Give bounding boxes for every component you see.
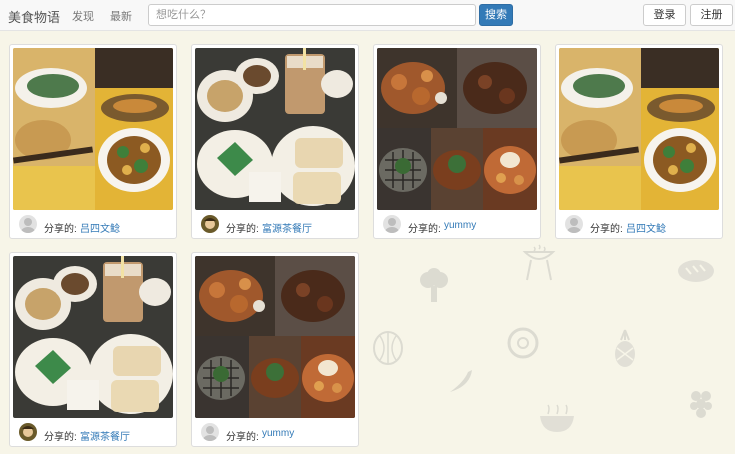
card-footer: 分享的: yummy: [192, 421, 358, 446]
avatar[interactable]: [201, 423, 219, 441]
search-button[interactable]: 搜索: [479, 4, 513, 26]
chili-icon: [450, 370, 472, 392]
post-card[interactable]: 分享的: 吕四文鲶: [9, 44, 177, 239]
milk-tea-toast-photo[interactable]: [13, 256, 173, 418]
post-card[interactable]: 分享的: yummy: [373, 44, 541, 239]
share-label: 分享的:: [590, 224, 623, 235]
watermelon-icon: [373, 331, 403, 365]
grilled-meat-photo[interactable]: [195, 256, 355, 418]
post-card[interactable]: 分享的: 富源茶餐厅: [191, 44, 359, 239]
avatar[interactable]: [19, 423, 37, 441]
share-label: 分享的:: [44, 432, 77, 443]
bowl-icon: [540, 404, 574, 432]
share-label: 分享的:: [44, 224, 77, 235]
grapes-icon: [690, 391, 712, 418]
user-link[interactable]: yummy: [444, 220, 476, 231]
post-card[interactable]: 分享的: 富源茶餐厅: [9, 252, 177, 447]
dumpling-dish-photo[interactable]: [13, 48, 173, 210]
share-label: 分享的:: [408, 224, 441, 235]
user-link[interactable]: 吕四文鲶: [80, 220, 120, 235]
brand-logo[interactable]: 美食物语: [8, 7, 60, 26]
user-link[interactable]: 吕四文鲶: [626, 220, 666, 235]
search-input[interactable]: [148, 4, 476, 26]
avatar[interactable]: [565, 215, 583, 233]
nav-link-discover[interactable]: 发现: [72, 8, 94, 24]
user-link[interactable]: yummy: [262, 428, 294, 439]
user-link[interactable]: 富源茶餐厅: [80, 428, 130, 443]
grilled-meat-photo[interactable]: [377, 48, 537, 210]
donut-icon: [507, 327, 539, 359]
avatar[interactable]: [19, 215, 37, 233]
milk-tea-toast-photo[interactable]: [195, 48, 355, 210]
card-footer: 分享的: 富源茶餐厅: [192, 213, 358, 238]
bread-icon: [678, 260, 714, 282]
nav-link-latest[interactable]: 最新: [110, 8, 132, 24]
post-card[interactable]: 分享的: yummy: [191, 252, 359, 447]
avatar[interactable]: [201, 215, 219, 233]
navbar: 美食物语 发现 最新 搜索 登录 注册: [0, 0, 735, 31]
user-link[interactable]: 富源茶餐厅: [262, 220, 312, 235]
login-button[interactable]: 登录: [643, 4, 686, 26]
dumpling-dish-photo[interactable]: [559, 48, 719, 210]
card-footer: 分享的: yummy: [374, 213, 540, 238]
card-footer: 分享的: 富源茶餐厅: [10, 421, 176, 446]
share-label: 分享的:: [226, 432, 259, 443]
avatar[interactable]: [383, 215, 401, 233]
pineapple-icon: [615, 329, 635, 367]
grill-icon: [522, 244, 556, 281]
card-footer: 分享的: 吕四文鲶: [10, 213, 176, 238]
broccoli-icon: [420, 268, 448, 302]
card-footer: 分享的: 吕四文鲶: [556, 213, 722, 238]
share-label: 分享的:: [226, 224, 259, 235]
register-button[interactable]: 注册: [690, 4, 733, 26]
post-card[interactable]: 分享的: 吕四文鲶: [555, 44, 723, 239]
